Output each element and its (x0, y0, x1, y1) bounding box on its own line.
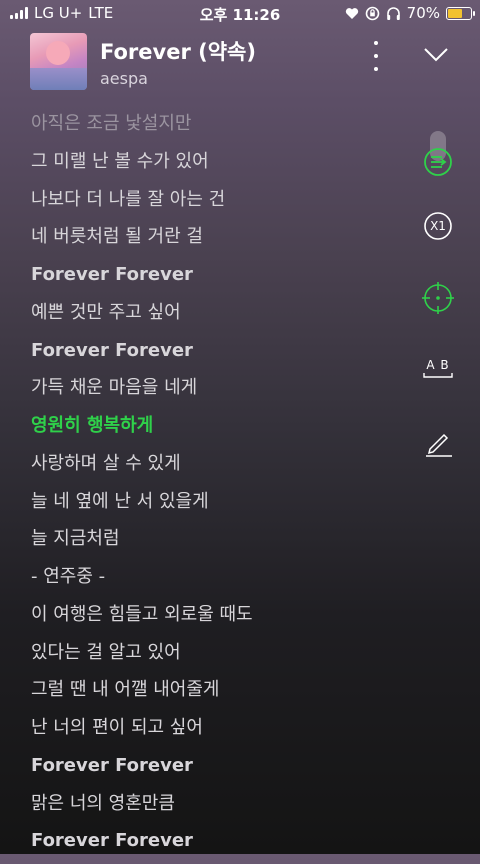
lyric-line[interactable]: 예쁜 것만 주고 싶어 (31, 298, 391, 336)
lyric-line[interactable]: 그럴 땐 내 어깰 내어줄게 (31, 675, 391, 713)
lyric-line[interactable]: 있다는 걸 알고 있어 (31, 638, 391, 676)
lyric-line[interactable]: 늘 네 옆에 난 서 있을게 (31, 487, 391, 525)
ab-bracket-icon (423, 373, 453, 378)
lyric-line[interactable]: 늘 지금처럼 (31, 524, 391, 562)
status-bar: LG U+ LTE 오후 11:26 70% (0, 0, 480, 28)
song-header: Forever (약속) aespa (0, 33, 480, 93)
lyrics-list[interactable]: 아직은 조금 낯설지만 그 미랠 난 볼 수가 있어 나보다 더 나를 잘 아는 건… (31, 109, 391, 864)
pen-edit-icon[interactable] (420, 424, 456, 460)
lyric-line[interactable]: 아직은 조금 낯설지만 (31, 109, 391, 147)
album-art-sun (46, 41, 70, 65)
song-title: Forever (약속) (100, 40, 256, 64)
crosshair-icon[interactable] (420, 280, 456, 316)
artist-name[interactable]: aespa (100, 69, 148, 88)
lyric-line[interactable]: Forever Forever (31, 751, 391, 789)
lyric-line[interactable]: Forever Forever (31, 260, 391, 298)
lyric-line[interactable]: 가득 채운 마음을 네게 (31, 373, 391, 411)
more-dot-icon (374, 67, 378, 71)
rotation-lock-icon (365, 6, 379, 20)
lyric-line[interactable]: 네 버릇처럼 될 거란 걸 (31, 222, 391, 260)
status-right: 70% (345, 4, 475, 22)
sync-lyrics-icon[interactable] (420, 144, 456, 180)
lyric-line[interactable]: Forever Forever (31, 336, 391, 374)
lyric-line[interactable]: 사랑하며 살 수 있게 (31, 449, 391, 487)
heart-icon (345, 7, 358, 19)
lyric-line[interactable]: 이 여행은 힘들고 외로울 때도 (31, 600, 391, 638)
speed-label: X1 (430, 219, 446, 233)
album-art[interactable] (30, 33, 87, 90)
more-dot-icon (374, 54, 378, 58)
lyric-line[interactable]: 나보다 더 나를 잘 아는 건 (31, 185, 391, 223)
lyric-line[interactable]: 맑은 너의 영혼만큼 (31, 789, 391, 827)
lyric-line-current[interactable]: 영원히 행복하게 (31, 411, 391, 449)
lyric-line[interactable]: Forever Forever (31, 826, 391, 864)
lyric-line[interactable]: 난 너의 편이 되고 싶어 (31, 713, 391, 751)
battery-fill (448, 8, 462, 18)
more-options-button[interactable] (366, 41, 386, 71)
more-dot-icon (374, 41, 378, 45)
album-art-ground (30, 68, 87, 90)
lyric-line[interactable]: - 연주중 - (31, 562, 391, 600)
headphones-icon (386, 6, 400, 20)
battery-icon (446, 6, 475, 20)
playback-speed-button[interactable]: X1 (420, 208, 456, 244)
chevron-down-icon[interactable] (423, 47, 449, 63)
ab-repeat-button[interactable]: A B (420, 352, 456, 388)
lyric-line[interactable]: 그 미랠 난 볼 수가 있어 (31, 147, 391, 185)
battery-percent: 70% (406, 4, 440, 22)
